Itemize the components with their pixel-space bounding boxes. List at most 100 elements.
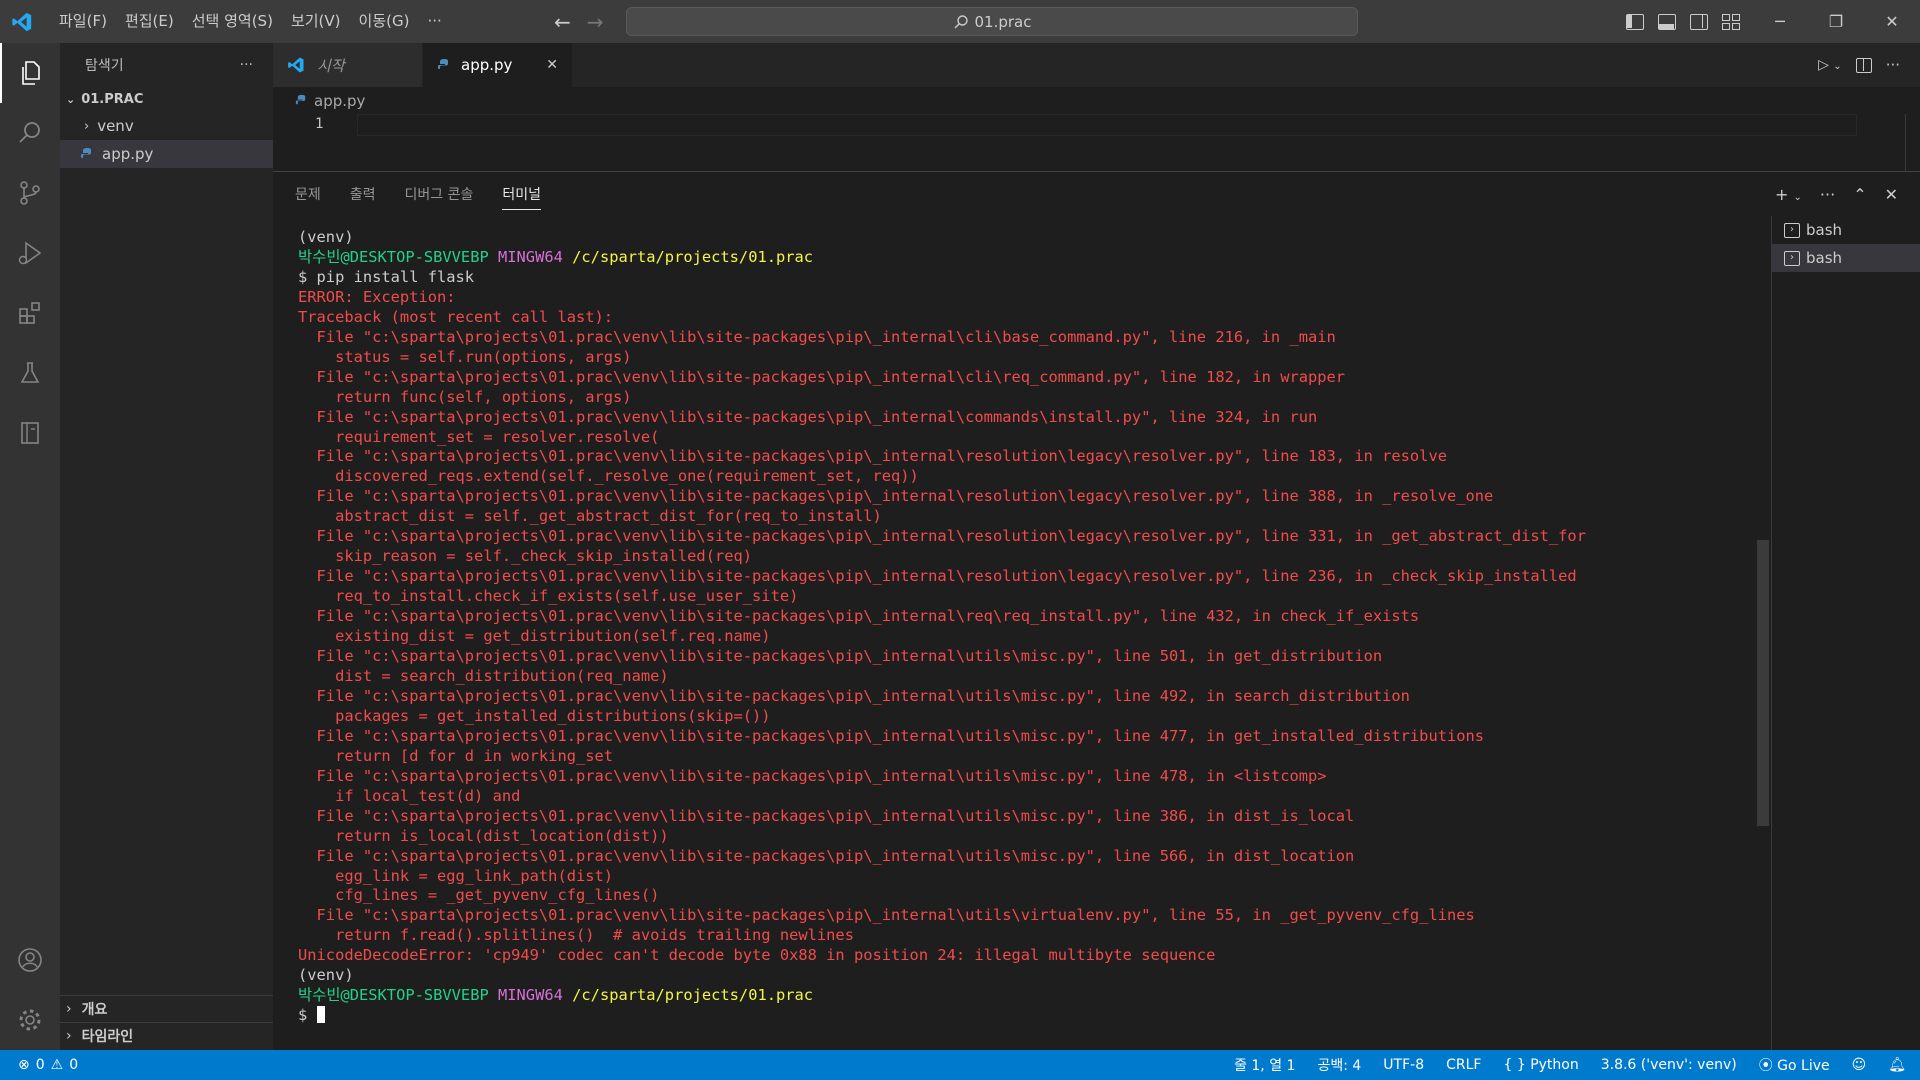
run-python-file-icon[interactable]: ▷ ⌄ bbox=[1818, 57, 1842, 73]
python-interpreter[interactable]: 3.8.6 ('venv': venv) bbox=[1601, 1057, 1737, 1073]
indentation[interactable]: 공백: 4 bbox=[1317, 1055, 1361, 1075]
terminal-text: UnicodeDecodeError: 'cp949' codec can't … bbox=[298, 946, 1216, 965]
vscode-logo-icon bbox=[288, 57, 304, 73]
menu-go[interactable]: 이동(G) bbox=[350, 0, 419, 43]
terminal-text: File "c:\sparta\projects\01.prac\venv\li… bbox=[298, 846, 1355, 865]
terminal-line: File "c:\sparta\projects\01.prac\venv\li… bbox=[298, 847, 1798, 867]
more-actions-icon[interactable]: ··· bbox=[1886, 56, 1900, 74]
terminal-text: File "c:\sparta\projects\01.prac\venv\li… bbox=[298, 686, 1410, 705]
cursor-position[interactable]: 줄 1, 열 1 bbox=[1234, 1055, 1295, 1075]
python-file-icon bbox=[437, 59, 448, 69]
back-arrow-icon[interactable]: ← bbox=[554, 10, 571, 34]
menu-selection[interactable]: 선택 영역(S) bbox=[183, 0, 282, 43]
close-window-button[interactable]: ✕ bbox=[1864, 0, 1920, 43]
terminal-text: discovered_reqs.extend(self._resolve_one… bbox=[298, 467, 919, 486]
terminal-entry[interactable]: › bash bbox=[1772, 216, 1920, 244]
panel-more-icon[interactable]: ··· bbox=[1820, 185, 1835, 204]
outline-section[interactable]: › 개요 bbox=[60, 995, 273, 1022]
restore-button[interactable]: ❐ bbox=[1808, 0, 1864, 43]
settings-gear-icon[interactable] bbox=[0, 990, 60, 1050]
panel-tab-debug-console[interactable]: 디버그 콘솔 bbox=[405, 184, 474, 204]
outline-label: 개요 bbox=[81, 1002, 108, 1018]
terminal-entry[interactable]: › bash bbox=[1772, 244, 1920, 272]
tab-app-py[interactable]: app.py ✕ bbox=[423, 43, 573, 87]
terminal-icon: › bbox=[1784, 250, 1800, 266]
toggle-panel-icon[interactable] bbox=[1658, 13, 1676, 30]
command-center-search[interactable]: 01.prac bbox=[626, 7, 1358, 36]
terminal-output[interactable]: (venv) 박수빈@DESKTOP-SBVVEBP MINGW64 /c/spa… bbox=[298, 228, 1798, 1026]
terminal-icon: › bbox=[1784, 222, 1800, 238]
menu-edit[interactable]: 편집(E) bbox=[116, 0, 183, 43]
terminal-text: File "c:\sparta\projects\01.prac\venv\li… bbox=[298, 726, 1485, 745]
workspace-root[interactable]: ⌄ 01.PRAC bbox=[60, 86, 273, 112]
terminal-line: File "c:\sparta\projects\01.prac\venv\li… bbox=[298, 647, 1798, 667]
code-editor[interactable]: 1 bbox=[273, 114, 1920, 171]
minimize-button[interactable]: ─ bbox=[1752, 0, 1808, 43]
language-mode[interactable]: { } Python bbox=[1503, 1057, 1578, 1073]
command-center-label: 01.prac bbox=[974, 12, 1032, 31]
terminal-text: return f.read().splitlines() # avoids tr… bbox=[298, 926, 854, 945]
accounts-icon[interactable] bbox=[0, 930, 60, 990]
current-line-highlight bbox=[357, 114, 1857, 136]
terminal-text: if local_test(d) and bbox=[298, 786, 521, 805]
terminal-line: File "c:\sparta\projects\01.prac\venv\li… bbox=[298, 906, 1798, 926]
terminal-line: $ pip install flask bbox=[298, 268, 1798, 288]
terminal-line: discovered_reqs.extend(self._resolve_one… bbox=[298, 467, 1798, 487]
tree-item-app-py[interactable]: app.py bbox=[60, 140, 273, 168]
maximize-panel-icon[interactable]: ⌃ bbox=[1853, 185, 1866, 204]
split-editor-icon[interactable] bbox=[1855, 57, 1872, 73]
broadcast-icon: ⦿ bbox=[1758, 1058, 1778, 1074]
search-activity-icon[interactable] bbox=[0, 103, 60, 163]
menu-more[interactable]: ··· bbox=[418, 0, 450, 43]
tab-close-icon[interactable]: ✕ bbox=[546, 57, 558, 73]
terminal-text: File "c:\sparta\projects\01.prac\venv\li… bbox=[298, 806, 1355, 825]
panel-tab-output[interactable]: 출력 bbox=[350, 184, 376, 204]
terminal-text: File "c:\sparta\projects\01.prac\venv\li… bbox=[298, 906, 1475, 925]
problems-status[interactable]: ⊗ 0 ⚠ 0 bbox=[18, 1050, 78, 1080]
terminal-line: UnicodeDecodeError: 'cp949' codec can't … bbox=[298, 946, 1798, 966]
forward-arrow-icon[interactable]: → bbox=[587, 10, 604, 34]
terminal-line: return f.read().splitlines() # avoids tr… bbox=[298, 926, 1798, 946]
panel-tab-problems[interactable]: 문제 bbox=[295, 184, 321, 204]
terminal-line: if local_test(d) and bbox=[298, 787, 1798, 807]
notifications-bell-icon[interactable]: 🔔︎ bbox=[1888, 1057, 1906, 1073]
terminal-text: File "c:\sparta\projects\01.prac\venv\li… bbox=[298, 407, 1318, 426]
extensions-icon[interactable] bbox=[0, 283, 60, 343]
encoding[interactable]: UTF-8 bbox=[1383, 1057, 1424, 1073]
window-controls: ─ ❐ ✕ bbox=[1752, 0, 1920, 43]
tab-welcome[interactable]: 시작 bbox=[273, 43, 423, 87]
explorer-icon[interactable] bbox=[0, 43, 60, 103]
new-terminal-icon[interactable]: + ⌄ bbox=[1775, 185, 1802, 204]
warning-count: 0 bbox=[69, 1057, 79, 1073]
bottom-panel: 문제 출력 디버그 콘솔 터미널 + ⌄ ··· ⌃ ✕ (venv) 박수빈@D… bbox=[273, 171, 1920, 1051]
search-icon bbox=[954, 14, 968, 28]
menu-file[interactable]: 파일(F) bbox=[50, 0, 116, 43]
source-control-icon[interactable] bbox=[0, 163, 60, 223]
panel-tab-terminal[interactable]: 터미널 bbox=[502, 184, 542, 210]
terminal-scrollbar-thumb[interactable] bbox=[1757, 540, 1769, 826]
end-of-line[interactable]: CRLF bbox=[1446, 1057, 1481, 1073]
run-debug-icon[interactable] bbox=[0, 223, 60, 283]
toggle-primary-sidebar-icon[interactable] bbox=[1626, 13, 1644, 30]
breadcrumb: app.py bbox=[273, 87, 1920, 114]
tree-item-label: venv bbox=[97, 117, 134, 135]
toggle-secondary-sidebar-icon[interactable] bbox=[1690, 13, 1708, 30]
timeline-section[interactable]: › 타임라인 bbox=[60, 1022, 273, 1049]
menu-bar: 파일(F) 편집(E) 선택 영역(S) 보기(V) 이동(G) ··· bbox=[50, 0, 451, 43]
editor-scrollbar[interactable] bbox=[1905, 114, 1906, 171]
notebook-icon[interactable] bbox=[0, 403, 60, 463]
feedback-icon[interactable]: ☺ bbox=[1852, 1057, 1867, 1073]
explorer-more-button[interactable]: ··· bbox=[240, 57, 253, 73]
vscode-logo-icon bbox=[0, 0, 44, 43]
testing-flask-icon[interactable] bbox=[0, 343, 60, 403]
tree-item-venv[interactable]: › venv bbox=[60, 112, 273, 140]
menu-view[interactable]: 보기(V) bbox=[282, 0, 350, 43]
terminal-line: return func(self, options, args) bbox=[298, 388, 1798, 408]
terminal-line: status = self.run(options, args) bbox=[298, 348, 1798, 368]
close-panel-icon[interactable]: ✕ bbox=[1885, 185, 1898, 204]
breadcrumb-file[interactable]: app.py bbox=[314, 92, 365, 110]
terminal-text: File "c:\sparta\projects\01.prac\venv\li… bbox=[298, 647, 1383, 666]
customize-layout-icon[interactable] bbox=[1722, 13, 1740, 30]
go-live[interactable]: ⦿ Go Live bbox=[1759, 1055, 1830, 1075]
terminal-line: 박수빈@DESKTOP-SBVVEBP MINGW64 /c/sparta/pr… bbox=[298, 248, 1798, 268]
